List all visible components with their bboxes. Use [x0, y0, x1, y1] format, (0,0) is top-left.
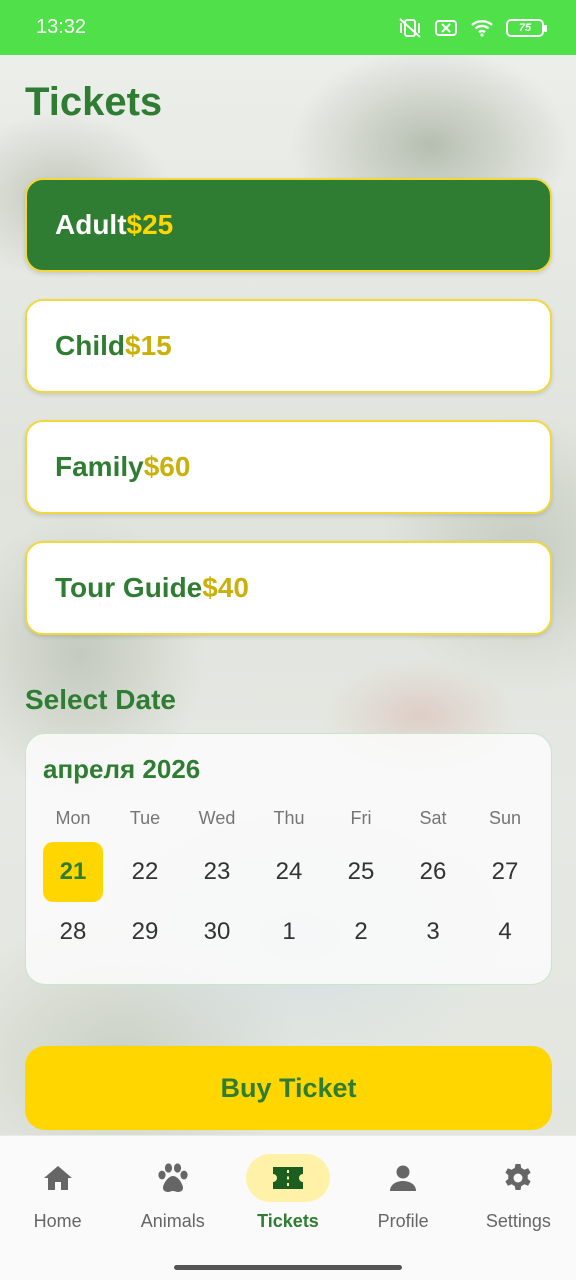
weekday-header: Sat	[419, 808, 447, 828]
nav-item-settings[interactable]: Settings	[461, 1136, 576, 1280]
calendar-day[interactable]: 2	[325, 902, 397, 962]
calendar-day[interactable]: 24	[253, 842, 325, 902]
ticket-price: $60	[143, 451, 191, 482]
home-icon	[16, 1154, 100, 1202]
ticket-option-family[interactable]: Family $60	[25, 420, 552, 514]
calendar-day[interactable]: 3	[397, 902, 469, 962]
day-number: 2	[354, 918, 368, 945]
day-number: 28	[59, 918, 87, 945]
day-number: 25	[347, 858, 375, 885]
day-number: 22	[131, 858, 159, 885]
ticket-name: Adult	[55, 209, 127, 240]
calendar-day[interactable]: 30	[181, 902, 253, 962]
nav-label: Tickets	[257, 1211, 319, 1231]
calendar-day[interactable]: 4	[469, 902, 541, 962]
day-number: 4	[498, 918, 512, 945]
wifi-icon	[470, 18, 494, 38]
date-calendar: апреля 2026 Mon Tue Wed Thu Fri Sat Sun …	[25, 733, 552, 985]
day-number: 27	[491, 858, 519, 885]
calendar-day-selected[interactable]: 21	[37, 842, 109, 902]
weekday-header: Sun	[488, 808, 522, 828]
day-number: 23	[203, 858, 231, 885]
nav-label: Animals	[140, 1211, 205, 1231]
weekday-header: Tue	[129, 808, 161, 828]
nav-label: Home	[33, 1211, 82, 1231]
day-number: 26	[419, 858, 447, 885]
calendar-day[interactable]: 1	[253, 902, 325, 962]
ticket-options: Adult $25 Child $15 Family $60 Tour Guide $4…	[25, 178, 552, 662]
ticket-price: $25	[126, 209, 174, 240]
vibrate-off-icon	[398, 17, 422, 39]
weekday-header: Mon	[55, 808, 91, 828]
battery-icon: 75	[506, 18, 547, 37]
paw-icon	[131, 1154, 215, 1202]
ticket-option-adult[interactable]: Adult $25	[25, 178, 552, 272]
calendar-day[interactable]: 29	[109, 902, 181, 962]
buy-ticket-button[interactable]: Buy Ticket	[25, 1046, 552, 1130]
weekday-header: Fri	[350, 808, 372, 828]
calendar-day[interactable]: 23	[181, 842, 253, 902]
status-icons: 75	[398, 17, 547, 39]
ticket-name: Family	[55, 451, 144, 482]
select-date-title: Select Date	[25, 684, 176, 715]
day-number: 21	[43, 842, 103, 902]
page-title: Tickets	[25, 80, 163, 124]
day-number: 3	[426, 918, 440, 945]
ticket-icon	[245, 1154, 330, 1202]
calendar-month-label: апреля 2026	[43, 754, 201, 784]
day-number: 30	[203, 918, 231, 945]
ticket-option-child[interactable]: Child $15	[25, 299, 552, 393]
weekday-header: Thu	[273, 808, 305, 828]
ticket-price: $40	[202, 572, 249, 603]
nav-item-tickets[interactable]: Tickets	[230, 1136, 345, 1280]
calendar-day[interactable]: 27	[469, 842, 541, 902]
home-indicator[interactable]	[174, 1265, 402, 1270]
calendar-day[interactable]: 28	[37, 902, 109, 962]
nav-item-home[interactable]: Home	[0, 1136, 115, 1280]
status-bar: 13:32 75	[0, 0, 576, 55]
calendar-day[interactable]: 22	[109, 842, 181, 902]
nav-label: Settings	[485, 1211, 551, 1231]
ticket-price: $15	[125, 330, 172, 361]
gear-icon	[476, 1154, 560, 1202]
weekday-header: Wed	[198, 808, 236, 828]
calendar-grid: Mon Tue Wed Thu Fri Sat Sun 21 22 23 24 …	[37, 804, 541, 962]
nav-label: Profile	[377, 1211, 429, 1231]
ticket-name: Tour Guide	[55, 572, 203, 603]
calendar-day[interactable]: 25	[325, 842, 397, 902]
day-number: 29	[131, 918, 159, 945]
ticket-name: Child	[55, 330, 125, 361]
nav-item-profile[interactable]: Profile	[346, 1136, 461, 1280]
calendar-day[interactable]: 26	[397, 842, 469, 902]
sim-off-icon	[434, 18, 458, 38]
bottom-navigation: Home Animals Tickets Profile Settings	[0, 1136, 576, 1280]
day-number: 1	[282, 918, 296, 945]
nav-item-animals[interactable]: Animals	[115, 1136, 230, 1280]
ticket-option-tour-guide[interactable]: Tour Guide $40	[25, 541, 552, 635]
day-number: 24	[275, 858, 303, 885]
status-time: 13:32	[36, 16, 87, 38]
person-icon	[361, 1154, 445, 1202]
